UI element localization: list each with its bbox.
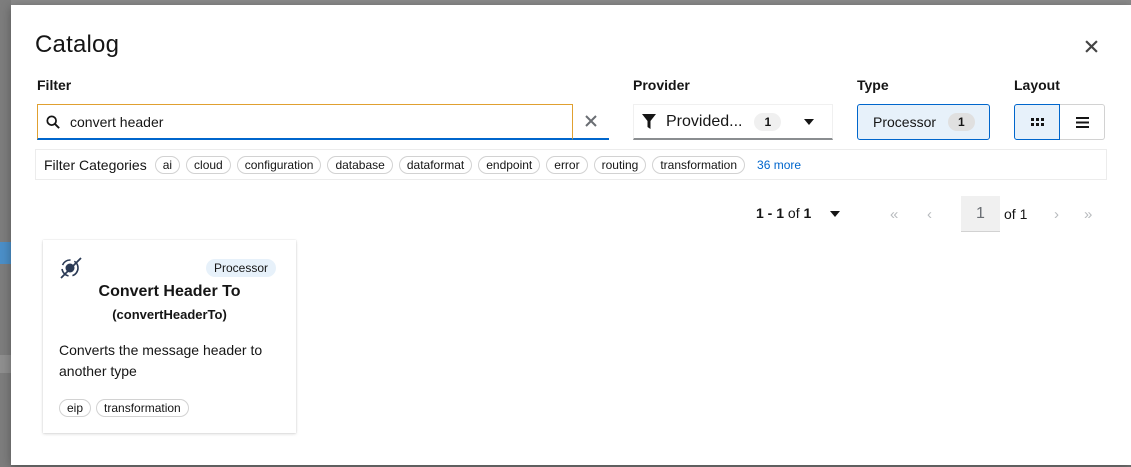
layout-label: Layout <box>1014 77 1060 93</box>
card-type-badge: Processor <box>206 259 277 277</box>
card-tags: eip transformation <box>59 399 194 417</box>
filter-search-box <box>37 104 609 140</box>
provider-select[interactable]: Provided... 1 <box>633 104 833 140</box>
layout-toggle-group <box>1014 104 1105 140</box>
background-page-fragment <box>0 242 11 264</box>
search-icon <box>46 114 60 129</box>
category-chip[interactable]: error <box>546 155 588 174</box>
first-page-button[interactable]: « <box>890 206 898 223</box>
card-title: Convert Header To <box>98 283 241 300</box>
type-processor-toggle[interactable]: Processor 1 <box>857 104 990 140</box>
card-tag-chip: transformation <box>96 399 189 417</box>
catalog-modal: Catalog Filter Provider Type Layout Prov… <box>11 5 1131 465</box>
card-subtitle: (convertHeaderTo) <box>112 307 227 322</box>
type-selected-value: Processor <box>873 114 937 130</box>
funnel-icon <box>642 113 656 129</box>
pagination-of-text: of <box>787 205 800 221</box>
category-chip[interactable]: database <box>327 155 393 174</box>
close-icon <box>1084 39 1098 53</box>
pagination-range: 1 - 1 of 1 <box>756 205 811 221</box>
pagination-of-pages: of 1 <box>1004 206 1028 222</box>
clear-icon <box>585 115 597 127</box>
type-count-badge: 1 <box>948 113 975 131</box>
category-chip[interactable]: endpoint <box>478 155 541 174</box>
card-tag-chip: eip <box>59 399 92 417</box>
close-button[interactable] <box>1082 37 1100 55</box>
category-chip[interactable]: ai <box>154 155 181 174</box>
filter-categories-title: Filter Categories <box>44 156 147 173</box>
category-chip[interactable]: transformation <box>652 155 746 174</box>
list-view-button[interactable] <box>1060 104 1105 140</box>
filter-search-input[interactable] <box>70 113 550 130</box>
caret-down-icon <box>804 119 814 125</box>
clear-filter-button[interactable] <box>573 104 609 140</box>
more-categories-link[interactable]: 36 more <box>757 158 801 172</box>
list-view-icon <box>1075 116 1089 128</box>
next-page-button[interactable]: › <box>1054 206 1059 223</box>
filter-input-wrapper[interactable] <box>37 104 573 140</box>
category-chip[interactable]: dataformat <box>398 155 473 174</box>
background-page-fragment <box>0 355 11 373</box>
grid-view-button[interactable] <box>1014 104 1060 140</box>
type-label: Type <box>857 77 889 93</box>
pagination-range-value: 1 - 1 <box>756 205 785 221</box>
provider-count-badge: 1 <box>754 112 782 131</box>
last-page-button[interactable]: » <box>1084 206 1092 223</box>
card-description: Converts the message header to another t… <box>59 342 263 379</box>
current-page-input[interactable]: 1 <box>961 196 1000 232</box>
modal-title: Catalog <box>35 31 120 58</box>
grid-view-icon <box>1030 117 1044 126</box>
category-chip[interactable]: configuration <box>236 155 322 174</box>
background-page-edge <box>0 0 11 467</box>
previous-page-button[interactable]: ‹ <box>927 206 932 223</box>
convert-header-icon <box>60 257 82 279</box>
filter-categories-bar: Filter Categories ai cloud configuration… <box>35 149 1107 180</box>
provider-selected-value: Provided... <box>666 112 743 130</box>
filter-label: Filter <box>37 77 72 93</box>
per-page-dropdown-icon[interactable] <box>830 211 840 217</box>
catalog-card[interactable]: Processor Convert Header To (convertHead… <box>43 240 296 433</box>
pagination-total: 1 <box>803 205 812 221</box>
category-chip[interactable]: routing <box>593 155 647 174</box>
category-chip[interactable]: cloud <box>186 155 231 174</box>
provider-label: Provider <box>633 77 690 93</box>
